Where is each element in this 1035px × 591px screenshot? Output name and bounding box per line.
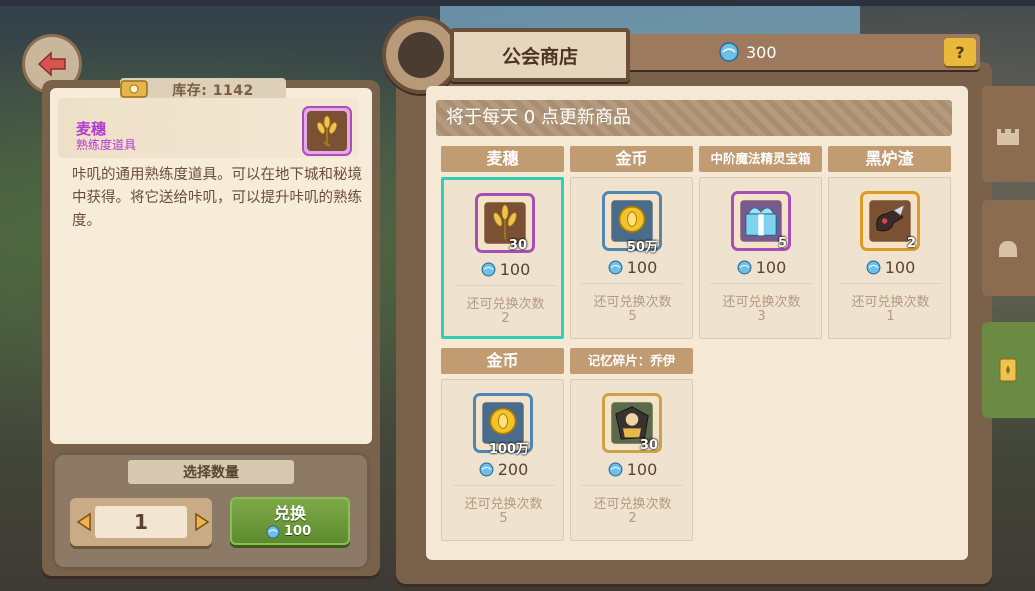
item-price-value: 100 xyxy=(755,258,787,277)
item-price-value: 100 xyxy=(884,258,916,277)
item-description: 咔叽的通用熟练度道具。可以在地下城和秘境中获得。将它送给咔叽，可以提升咔叽的熟练… xyxy=(72,167,362,229)
card-divider xyxy=(452,485,555,486)
card-divider xyxy=(581,485,684,486)
tab-card[interactable] xyxy=(982,322,1035,418)
guild-coin-icon xyxy=(719,42,739,62)
guild-coin-icon xyxy=(737,260,752,275)
item-quantity: 100万 xyxy=(488,442,529,457)
shop-title: 公会商店 xyxy=(450,28,630,82)
shop-item-card[interactable]: 麦穗 30 100 还可兑换次数 2 xyxy=(441,146,564,339)
remaining-count: 3 xyxy=(757,309,766,324)
remaining-count: 1 xyxy=(886,309,895,324)
card-icon xyxy=(999,358,1017,382)
shop-item-card[interactable]: 黑炉渣 2 100 还可兑换次数 1 xyxy=(828,146,951,339)
remaining-label: 还可兑换次数 xyxy=(722,295,801,310)
guild-coin-icon xyxy=(866,260,881,275)
remaining-label: 还可兑换次数 xyxy=(593,497,672,512)
item-price: 100 xyxy=(571,258,694,277)
wheat-icon xyxy=(302,106,352,156)
remaining-count: 2 xyxy=(501,311,510,326)
exchange-price: 100 xyxy=(266,524,311,539)
guild-coin-icon xyxy=(266,525,280,538)
item-body[interactable]: 100万 200 还可兑换次数 5 xyxy=(441,379,564,541)
item-title: 中阶魔法精灵宝箱 xyxy=(699,146,822,172)
remaining-label: 还可兑换次数 xyxy=(593,295,672,310)
shop-item-card[interactable]: 金币 100万 200 还可兑换次数 5 xyxy=(441,348,564,541)
item-title: 金币 xyxy=(570,146,693,172)
remaining-label: 还可兑换次数 xyxy=(466,297,545,312)
item-title: 金币 xyxy=(441,348,564,374)
exchange-label: 兑换 xyxy=(273,504,306,523)
item-quantity: 30 xyxy=(508,238,527,253)
back-arrow-icon xyxy=(37,51,66,77)
shop-item-card[interactable]: 中阶魔法精灵宝箱 5 100 还可兑换次数 3 xyxy=(699,146,822,339)
item-quantity: 50万 xyxy=(626,240,658,255)
card-divider xyxy=(710,283,813,284)
quantity-value[interactable]: 1 xyxy=(95,506,187,538)
remaining-count: 2 xyxy=(628,511,637,526)
item-price-value: 100 xyxy=(626,258,658,277)
stock-label: 库存: 1142 xyxy=(172,83,254,99)
increase-arrow-icon[interactable] xyxy=(193,512,211,532)
currency-amount: 300 xyxy=(746,42,777,62)
item-price: 100 xyxy=(829,258,952,277)
item-type: 熟练度道具 xyxy=(76,138,137,152)
remaining-count: 5 xyxy=(628,309,637,324)
remaining-label: 还可兑换次数 xyxy=(464,497,543,512)
item-price: 100 xyxy=(700,258,823,277)
card-divider xyxy=(839,283,942,284)
item-title: 黑炉渣 xyxy=(828,146,951,172)
item-title: 麦穗 xyxy=(441,146,564,172)
emblem-inner xyxy=(398,32,444,78)
item-body[interactable]: 5 100 还可兑换次数 3 xyxy=(699,177,822,339)
card-divider xyxy=(454,285,557,286)
castle-icon xyxy=(997,129,1019,145)
shop-item-card[interactable]: 记忆碎片：乔伊 30 100 还可兑换次数 2 xyxy=(570,348,693,541)
currency-display: 300 xyxy=(718,40,777,64)
card-divider xyxy=(581,283,684,284)
shop-item-card[interactable]: 金币 50万 100 还可兑换次数 5 xyxy=(570,146,693,339)
item-price-value: 200 xyxy=(497,460,529,479)
item-quantity: 30 xyxy=(639,438,658,453)
guild-coin-icon xyxy=(608,260,623,275)
item-price: 100 xyxy=(444,260,567,279)
item-body[interactable]: 30 100 还可兑换次数 2 xyxy=(570,379,693,541)
item-quantity: 2 xyxy=(906,236,916,251)
header-bar xyxy=(622,34,980,70)
item-price-value: 100 xyxy=(626,460,658,479)
item-price: 200 xyxy=(442,460,565,479)
bell-icon xyxy=(999,241,1017,257)
item-title: 记忆碎片：乔伊 xyxy=(570,348,693,374)
item-body[interactable]: 30 100 还可兑换次数 2 xyxy=(441,177,564,339)
refresh-notice: 将于每天 0 点更新商品 xyxy=(446,107,631,128)
remaining-count: 5 xyxy=(499,511,508,526)
remaining-label: 还可兑换次数 xyxy=(851,295,930,310)
item-quantity: 5 xyxy=(777,236,787,251)
decrease-arrow-icon[interactable] xyxy=(75,512,93,532)
item-price: 100 xyxy=(571,460,694,479)
item-body[interactable]: 50万 100 还可兑换次数 5 xyxy=(570,177,693,339)
guild-coin-icon xyxy=(608,462,623,477)
guild-coin-icon xyxy=(479,462,494,477)
tab-guild[interactable] xyxy=(982,86,1035,182)
exchange-price-value: 100 xyxy=(284,524,312,539)
help-button[interactable]: ? xyxy=(944,38,976,66)
item-body[interactable]: 2 100 还可兑换次数 1 xyxy=(828,177,951,339)
quantity-title: 选择数量 xyxy=(128,460,294,484)
tab-chest[interactable] xyxy=(982,200,1035,296)
item-price-value: 100 xyxy=(499,260,531,279)
guild-coin-icon xyxy=(481,262,496,277)
